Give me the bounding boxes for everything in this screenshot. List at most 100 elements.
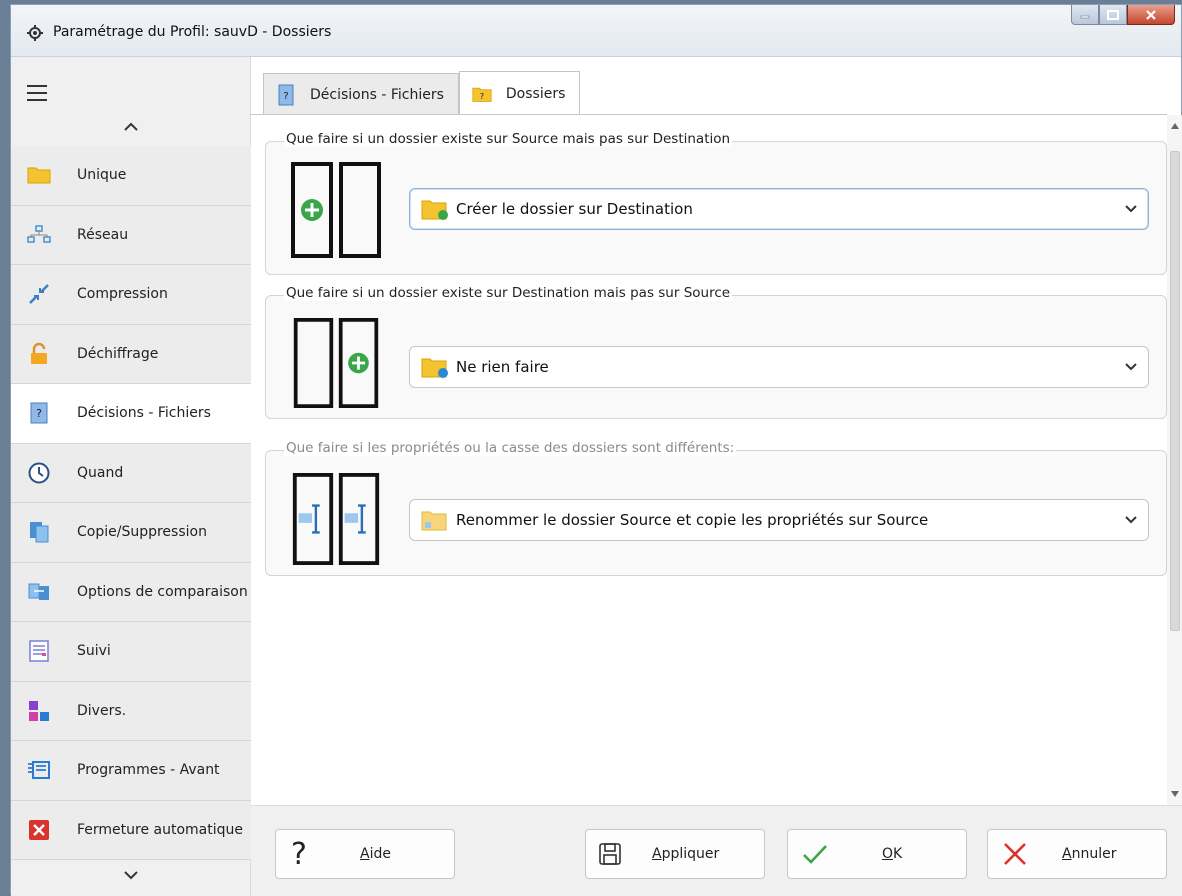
sidebar-item-label: Unique [77,167,127,184]
sidebar-item-label: Copie/Suppression [77,524,207,541]
blocks-icon [29,700,49,721]
select-value: Ne rien faire [456,358,549,376]
gear-icon [27,25,43,41]
close-icon [1146,9,1156,20]
sidebar-item-options-comparaison[interactable]: Options de comparaison [11,562,251,622]
group-source-only: Que faire si un dossier existe sur Sourc… [265,131,1167,275]
apply-button[interactable]: Appliquer [585,829,765,879]
folder-icon [27,167,51,184]
tab-label: Décisions - Fichiers [310,86,444,103]
sidebar-item-label: Réseau [77,226,129,243]
save-icon [599,843,621,865]
sidebar-item-label: Compression [77,286,168,303]
window-title: Paramétrage du Profil: sauvD - Dossiers [53,24,332,40]
sidebar-item-dechiffrage[interactable]: Déchiffrage [11,324,251,384]
sidebar-scroll-up-button[interactable] [11,115,251,139]
window-controls [1071,5,1175,25]
sidebar-item-copie-suppression[interactable]: Copie/Suppression [11,503,251,563]
main-content: Que faire si un dossier existe sur Sourc… [251,115,1167,805]
scrollbar-thumb[interactable] [1170,151,1180,631]
group-destination-only: Que faire si un dossier existe sur Desti… [265,285,1167,419]
chevron-up-icon [124,122,138,131]
minimize-button[interactable] [1071,5,1099,25]
cancel-button[interactable]: Annuler [987,829,1167,879]
compress-icon [29,284,49,305]
compare-icon [28,583,49,600]
group-properties-different: Que faire si les propriétés ou la casse … [265,440,1167,576]
settings-window: Paramétrage du Profil: sauvD - Dossiers … [10,4,1182,896]
maximize-button[interactable] [1099,5,1127,25]
sidebar-item-label: Déchiffrage [77,345,159,362]
folder-nothing-icon [421,358,448,378]
svg-text:?: ? [291,838,307,870]
properties-action-select[interactable]: Renommer le dossier Source et copie les … [409,499,1149,541]
close-red-icon [29,819,49,840]
question-doc-icon: ? [278,84,294,105]
help-button[interactable]: ? Aide [275,829,455,879]
sidebar-item-compression[interactable]: Compression [11,265,251,325]
question-mark-icon: ? [291,838,307,870]
chevron-down-icon [1125,205,1137,213]
chevron-down-icon [1125,363,1137,371]
sidebar-item-label: Divers. [77,702,127,719]
tab-label: Dossiers [505,85,566,102]
ok-label: OK [882,846,903,862]
folder-create-destination-icon [291,162,381,258]
svg-text:?: ? [36,407,42,420]
vertical-scrollbar[interactable] [1167,115,1182,805]
sidebar-item-reseau[interactable]: Réseau [11,205,251,265]
tab-dossiers[interactable]: ? Dossiers [458,71,581,115]
folder-create-source-icon [293,318,379,408]
ok-button[interactable]: OK [787,829,967,879]
group-title: Que faire si un dossier existe sur Desti… [284,285,733,301]
question-doc-icon: ? [30,402,48,424]
title-bar: Paramétrage du Profil: sauvD - Dossiers [11,5,1181,57]
sidebar-item-label: Programmes - Avant [77,762,220,779]
sidebar-item-label: Fermeture automatique [77,821,244,838]
sidebar-item-label: Quand [77,464,124,481]
checkmark-icon [803,845,827,864]
sidebar-scroll-down-button[interactable] [11,863,251,887]
unlock-icon [31,342,47,364]
svg-text:?: ? [480,91,484,101]
scroll-up-arrow-icon [1171,123,1179,129]
sidebar-item-programmes-avant[interactable]: Programmes - Avant [11,741,251,801]
sidebar-item-decisions-fichiers[interactable]: ? Décisions - Fichiers [11,384,251,444]
sidebar-item-label: Décisions - Fichiers [77,405,211,422]
folder-add-icon [421,200,448,220]
copy-icon [30,522,49,543]
sidebar: Unique Réseau Compression Déchiffrage ? … [11,57,251,896]
clock-icon [28,462,50,484]
destination-only-action-select[interactable]: Ne rien faire [409,346,1149,388]
folder-rename-small-icon [421,511,447,531]
select-value: Créer le dossier sur Destination [456,200,693,218]
sidebar-item-divers[interactable]: Divers. [11,681,251,741]
sidebar-item-unique[interactable]: Unique [11,146,251,206]
apply-label: Appliquer [652,846,720,862]
folder-rename-icon [292,473,380,565]
sidebar-item-suivi[interactable]: Suivi [11,622,251,682]
sidebar-item-fermeture-automatique[interactable]: Fermeture automatique [11,800,251,860]
tab-bar: ? Décisions - Fichiers ? Dossiers [263,71,581,115]
minimize-icon [1080,15,1090,18]
maximize-icon [1107,9,1119,20]
svg-text:?: ? [283,91,288,102]
question-folder-icon: ? [472,87,492,102]
footer-bar: ? Aide Appliquer OK Annuler [251,805,1182,896]
source-only-action-select[interactable]: Créer le dossier sur Destination [409,188,1149,230]
chevron-down-icon [124,871,138,880]
log-icon [29,640,49,662]
chevron-down-icon [1125,516,1137,524]
select-value: Renommer le dossier Source et copie les … [456,511,929,529]
hamburger-menu-icon[interactable] [27,85,47,101]
help-label: Aide [360,846,391,862]
group-title: Que faire si un dossier existe sur Sourc… [284,131,733,147]
close-button[interactable] [1127,5,1175,25]
network-icon [27,225,51,243]
sidebar-nav: Unique Réseau Compression Déchiffrage ? … [11,146,251,860]
sidebar-item-quand[interactable]: Quand [11,443,251,503]
tab-decisions-fichiers[interactable]: ? Décisions - Fichiers [263,73,459,115]
program-icon [28,761,50,780]
group-title: Que faire si les propriétés ou la casse … [284,440,737,456]
sidebar-item-label: Suivi [77,643,111,660]
